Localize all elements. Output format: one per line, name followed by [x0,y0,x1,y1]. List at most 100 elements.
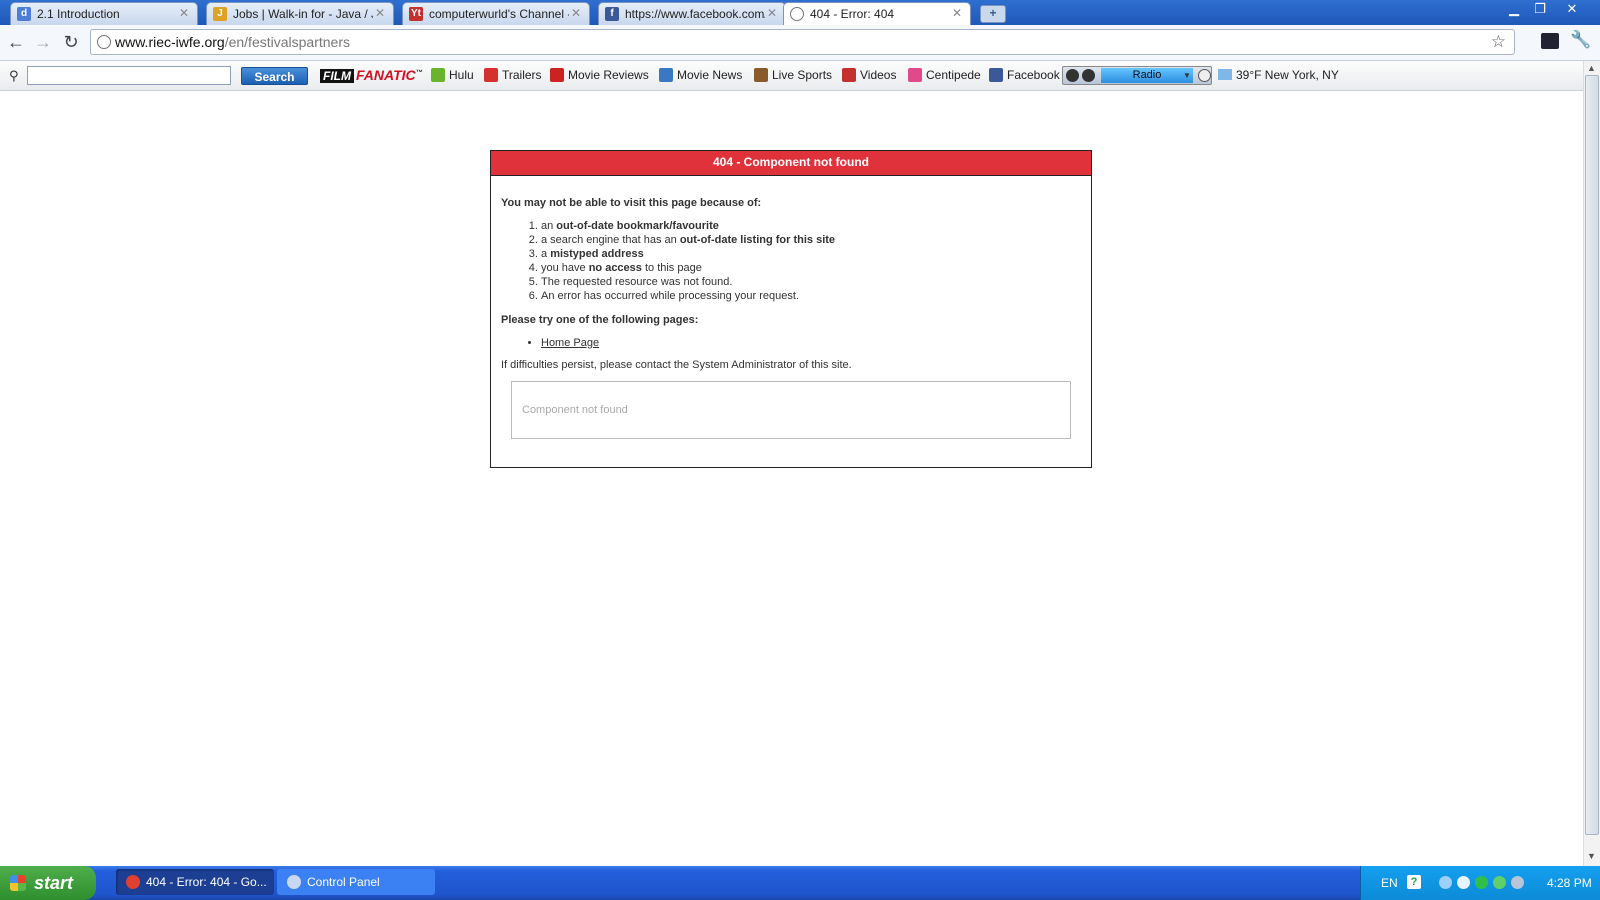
reason-bold: mistyped address [550,248,644,260]
reason-pre: a search engine that has an [541,234,680,246]
taskbar-button-2[interactable]: Control Panel [277,869,435,895]
forward-icon[interactable]: → [33,32,53,52]
addon-link-live-sports[interactable]: Live Sports [754,68,832,82]
vertical-scrollbar[interactable]: ▲ ▼ [1583,61,1600,866]
reason-item: a mistyped address [541,247,1081,261]
magnifier-icon: ⚲ [9,68,19,83]
addon-link-centipede[interactable]: Centipede [908,68,981,82]
taskbar-button-1[interactable]: 404 - Error: 404 - Go... [116,869,274,895]
reload-icon[interactable]: ↻ [61,32,81,52]
minimize-icon[interactable]: ▁ [1502,0,1526,18]
tab-favicon-icon [790,7,804,21]
tab-favicon-icon: Yt [409,7,423,21]
windows-logo-icon [10,875,26,891]
tab-4[interactable]: f https://www.facebook.com/lo ✕ [598,2,786,25]
address-bar[interactable]: www.riec-iwfe.org/en/festivalspartners ☆ [90,29,1515,55]
addon-link-hulu[interactable]: Hulu [431,68,474,82]
weather-text: 39°F New York, NY [1236,68,1339,82]
clock[interactable]: 4:28 PM [1547,876,1592,890]
scroll-up-icon[interactable]: ▲ [1587,63,1596,73]
brand-name: FANATIC [356,67,416,83]
back-icon[interactable]: ← [6,32,26,52]
youtube-icon [842,68,856,82]
tab-2[interactable]: J Jobs | Walk-in for - Java / J2EE✕ [206,2,394,25]
addon-search-input[interactable] [27,66,231,85]
network-icon[interactable] [1439,876,1452,889]
home-page-link[interactable]: Home Page [541,337,599,349]
tab-favicon-icon: d [17,7,31,21]
tab-3[interactable]: Yt computerwurld's Channel - You✕ [402,2,590,25]
security-icon[interactable] [1493,876,1506,889]
error-intro: You may not be able to visit this page b… [501,197,762,209]
addon-link-trailers[interactable]: Trailers [484,68,542,82]
clapperboard-icon[interactable] [1541,33,1559,49]
reason-bold: out-of-date listing for this site [679,234,836,246]
megaphone-icon [659,68,673,82]
wrench-icon[interactable]: 🔧 [1570,30,1591,50]
reason-pre: an [541,220,557,232]
tab-close-icon[interactable]: ✕ [571,6,581,20]
volume-icon[interactable] [1082,69,1095,82]
error-header: 404 - Component not found [491,151,1091,176]
reason-pre: a [541,248,551,260]
addon-link-label: Live Sports [772,68,833,82]
radio-select[interactable]: Radio [1101,68,1193,83]
tab-close-icon[interactable]: ✕ [179,6,189,20]
addon-link-label: Trailers [502,68,542,82]
chevron-down-icon[interactable]: ▼ [1183,68,1191,83]
reason-item: a search engine that has an out-of-date … [541,233,1081,247]
tab-close-icon[interactable]: ✕ [375,6,385,20]
tab-5[interactable]: 404 - Error: 404 ✕ [783,2,971,26]
new-tab-button[interactable]: + [980,5,1006,23]
football-icon [754,68,768,82]
addon-link-label: Movie Reviews [568,68,649,82]
restore-icon[interactable]: ❐ [1528,0,1552,18]
error-detail-box: Component not found [511,381,1071,439]
addon-toolbar: ⚲ Search FILM FANATIC™ Hulu Trailers Movie … [0,61,1600,91]
browser-toolbar: ← → ↻ www.riec-iwfe.org/en/festivalspart… [0,25,1600,61]
addon-link-facebook[interactable]: Facebook [989,68,1060,82]
tab-1[interactable]: d 2.1 Introduction ✕ [10,2,198,25]
trailers-icon [484,68,498,82]
display-icon[interactable] [1457,876,1470,889]
close-window-icon[interactable]: ✕ [1560,0,1584,18]
language-indicator[interactable]: EN [1381,876,1398,890]
film-fanatic-logo[interactable]: FILM FANATIC™ [320,67,423,83]
start-button[interactable]: start [0,866,96,900]
addon-link-movie-news[interactable]: Movie News [659,68,742,82]
addon-link-movie-reviews[interactable]: Movie Reviews [550,68,649,82]
error-panel: 404 - Component not found You may not be… [490,150,1092,468]
update-icon[interactable] [1475,876,1488,889]
radio-player[interactable]: Radio ▼ [1062,66,1212,85]
addon-search-button[interactable]: Search [241,67,308,85]
tab-title: 404 - Error: 404 [810,7,895,21]
reason-post: to this page [641,262,702,274]
reason-pre: you have [541,262,589,274]
scroll-thumb[interactable] [1585,75,1599,835]
page-content: 404 - Component not found You may not be… [0,91,1583,866]
brand-film: FILM [320,69,354,83]
volume-tray-icon[interactable] [1511,876,1524,889]
minimize-radio-icon[interactable] [1198,69,1211,82]
weather-widget[interactable]: 39°F New York, NY [1218,68,1339,82]
play-icon[interactable] [1066,69,1079,82]
system-tray: EN ? 4:28 PM [1360,866,1600,900]
addon-link-videos[interactable]: Videos [842,68,896,82]
tab-title: computerwurld's Channel - You [429,7,569,21]
tab-close-icon[interactable]: ✕ [767,6,777,20]
addon-link-label: Movie News [677,68,743,82]
taskbar: start 404 - Error: 404 - Go... Control Pa… [0,866,1600,900]
globe-icon [97,35,111,49]
bookmark-star-icon[interactable]: ☆ [1491,32,1506,52]
reason-item: The requested resource was not found. [541,275,1081,289]
weather-icon [1218,69,1232,80]
url-host: www.riec-iwfe.org [115,34,225,50]
scroll-down-icon[interactable]: ▼ [1587,851,1596,861]
help-icon[interactable]: ? [1407,875,1421,889]
tab-close-icon[interactable]: ✕ [952,6,962,20]
url-path: /en/festivalspartners [224,34,350,50]
addon-link-label: Videos [860,68,897,82]
tab-title: Jobs | Walk-in for - Java / J2EE [233,7,373,21]
facebook-icon [989,68,1003,82]
taskbar-button-label: 404 - Error: 404 - Go... [146,875,267,889]
